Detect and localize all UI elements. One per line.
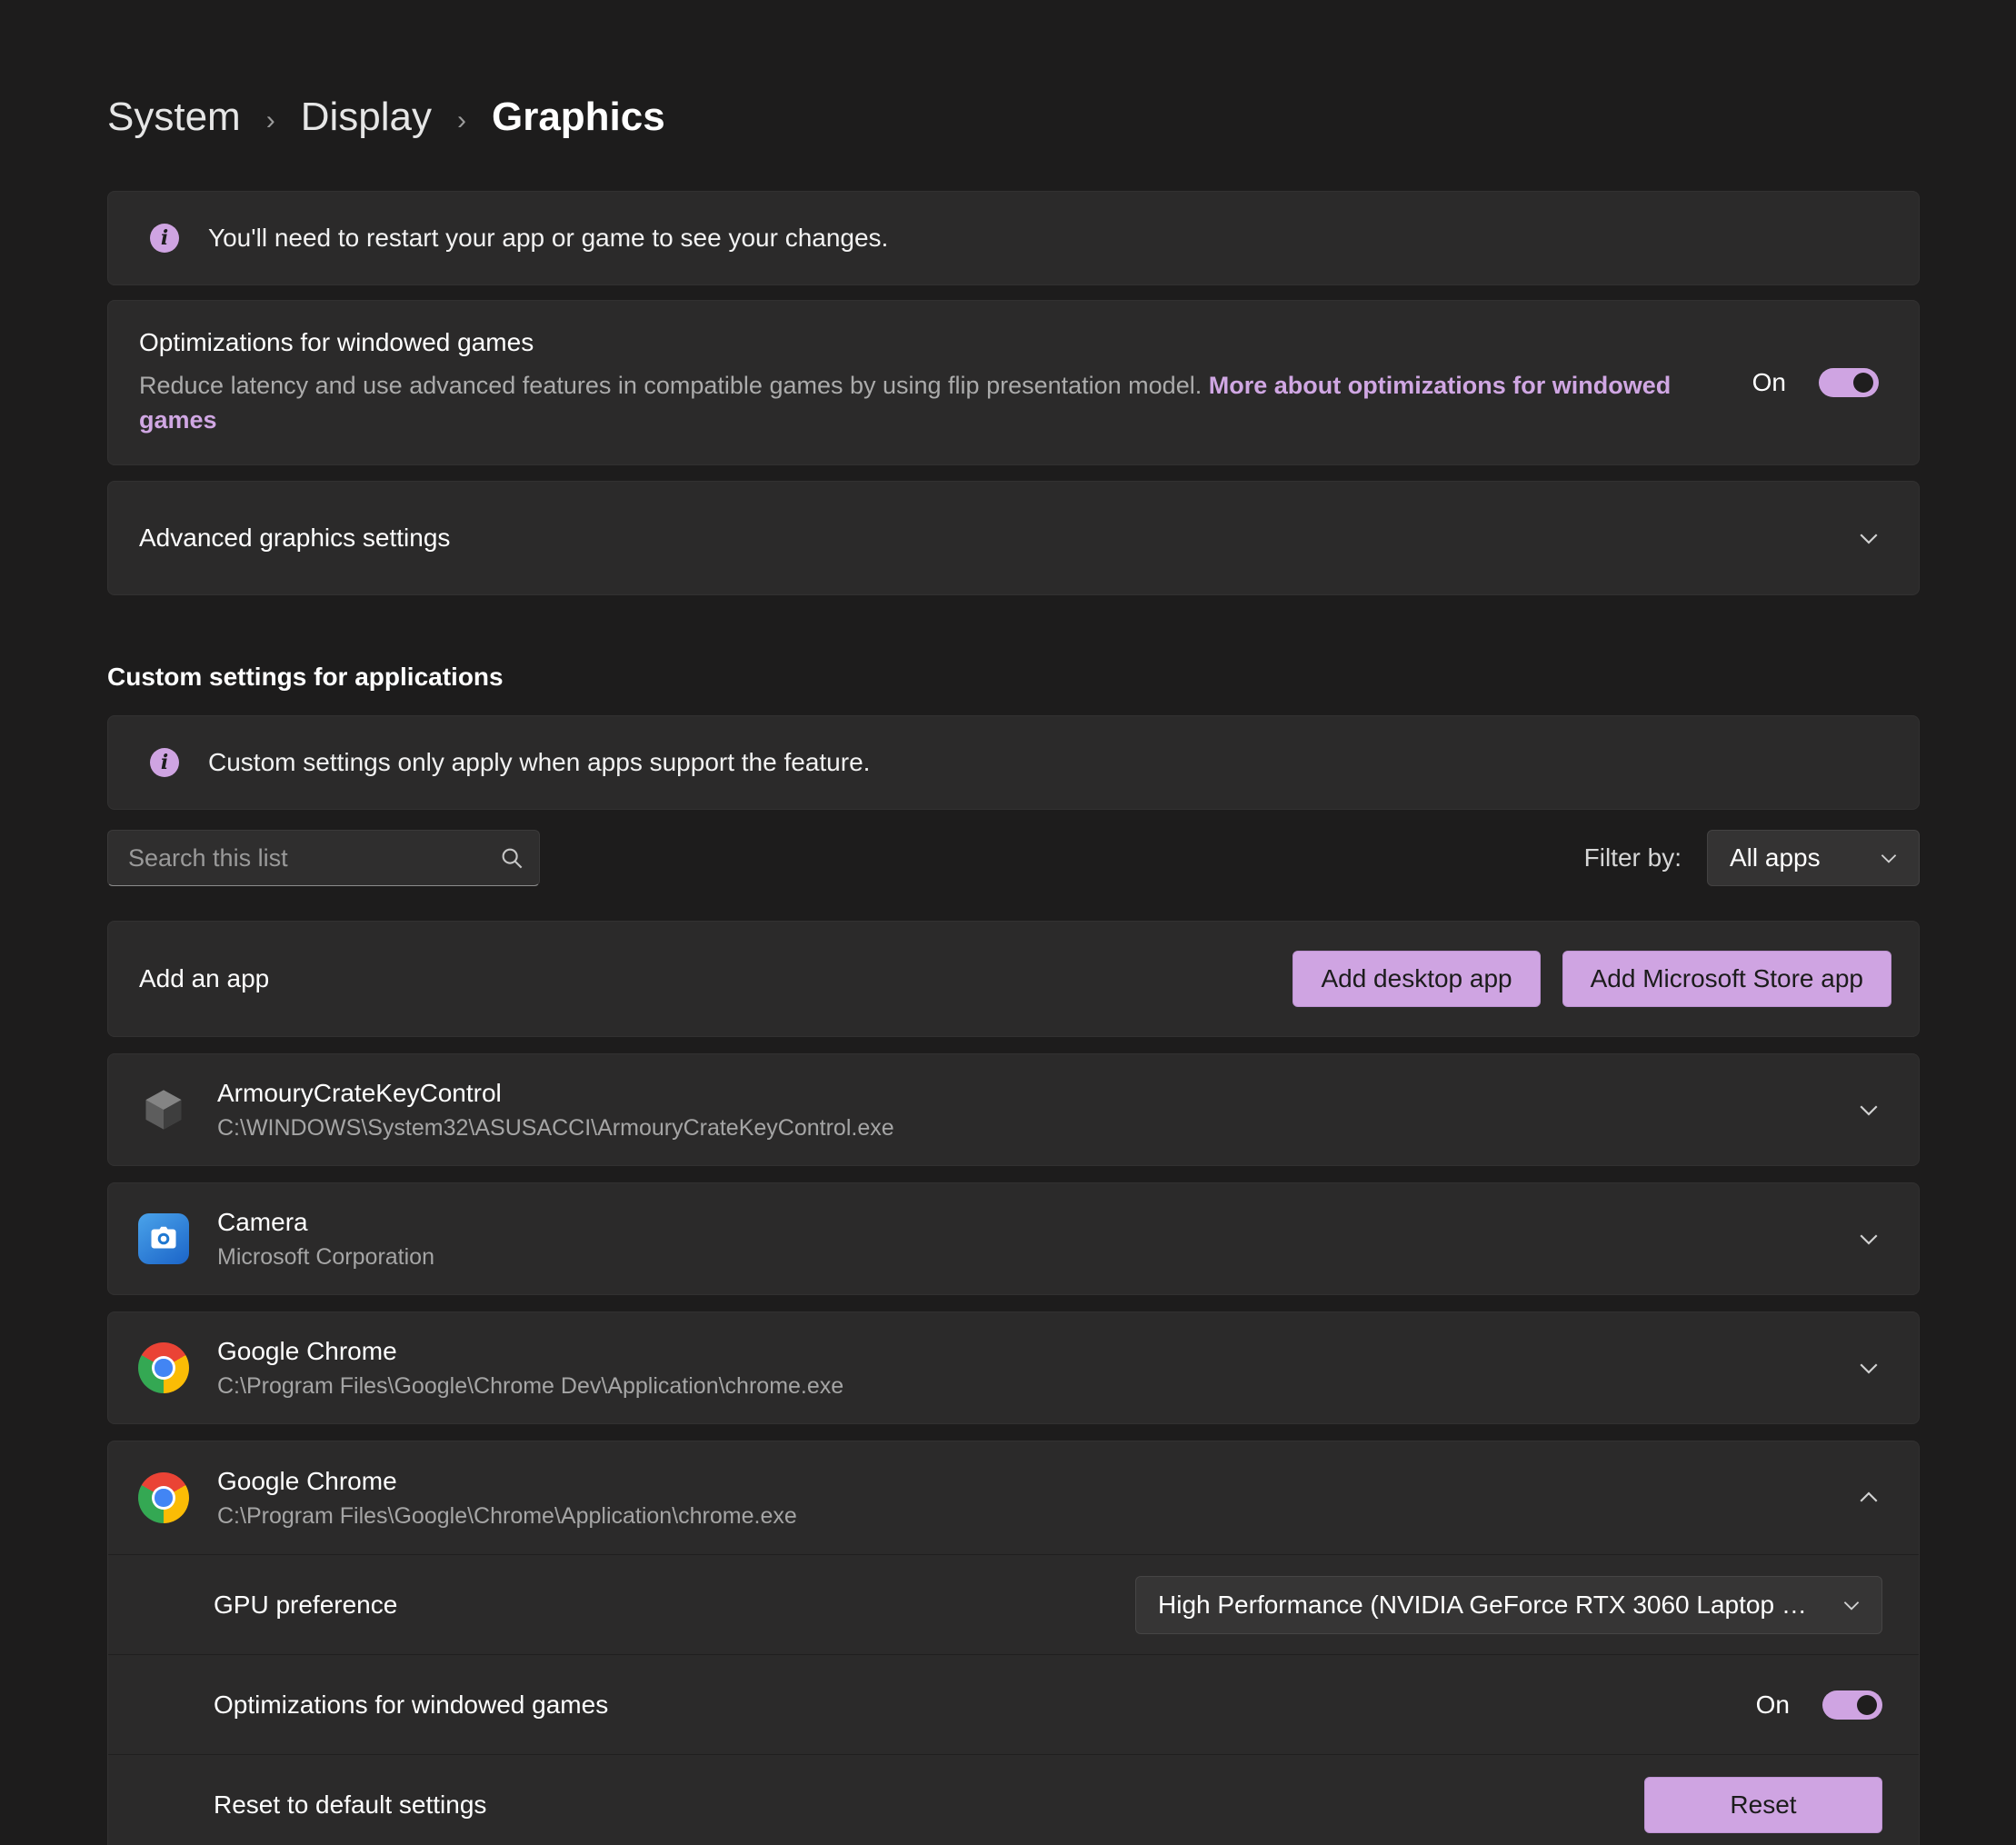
- breadcrumb-separator-icon: ›: [266, 98, 275, 136]
- app-info: Camera Microsoft Corporation: [217, 1208, 434, 1271]
- optimizations-description: Reduce latency and use advanced features…: [139, 368, 1689, 437]
- app-row-chrome-expanded: Google Chrome C:\Program Files\Google\Ch…: [107, 1441, 1920, 1845]
- gpu-preference-label: GPU preference: [214, 1591, 397, 1620]
- app-optimizations-label: Optimizations for windowed games: [214, 1690, 608, 1720]
- breadcrumb: System › Display › Graphics: [107, 95, 1920, 140]
- chevron-down-icon: [1855, 524, 1882, 552]
- add-app-label: Add an app: [139, 964, 269, 993]
- optimizations-toggle-area: On: [1752, 368, 1879, 397]
- gpu-preference-row: GPU preference High Performance (NVIDIA …: [108, 1554, 1919, 1654]
- optimizations-toggle[interactable]: [1819, 368, 1879, 397]
- restart-banner: i You'll need to restart your app or gam…: [107, 191, 1920, 285]
- breadcrumb-system[interactable]: System: [107, 95, 241, 140]
- chevron-up-icon[interactable]: [1855, 1484, 1882, 1511]
- gpu-preference-value: High Performance (NVIDIA GeForce RTX 306…: [1158, 1591, 1820, 1620]
- app-row-camera[interactable]: Camera Microsoft Corporation: [107, 1182, 1920, 1295]
- breadcrumb-separator-icon: ›: [457, 98, 466, 136]
- toggle-knob: [1857, 1695, 1877, 1715]
- chevron-down-icon[interactable]: [1855, 1354, 1882, 1381]
- search-icon[interactable]: [498, 844, 525, 872]
- app-info: Google Chrome C:\Program Files\Google\Ch…: [217, 1467, 797, 1530]
- app-path: C:\Program Files\Google\Chrome Dev\Appli…: [217, 1373, 843, 1400]
- camera-app-icon: [137, 1212, 190, 1265]
- chevron-down-icon: [1877, 846, 1901, 870]
- app-optimizations-toggle[interactable]: [1822, 1690, 1882, 1720]
- app-name: Google Chrome: [217, 1337, 843, 1366]
- search-box: [107, 830, 540, 886]
- custom-settings-header: Custom settings for applications: [107, 663, 1920, 692]
- app-info: ArmouryCrateKeyControl C:\WINDOWS\System…: [217, 1079, 894, 1142]
- app-info: Google Chrome C:\Program Files\Google\Ch…: [217, 1337, 843, 1400]
- restart-banner-text: You'll need to restart your app or game …: [208, 224, 888, 253]
- add-app-row: Add an app Add desktop app Add Microsoft…: [107, 921, 1920, 1037]
- custom-settings-banner: i Custom settings only apply when apps s…: [107, 715, 1920, 810]
- page-title: Graphics: [492, 95, 665, 140]
- add-desktop-app-button[interactable]: Add desktop app: [1292, 951, 1540, 1007]
- reset-label: Reset to default settings: [214, 1790, 486, 1820]
- filter-by-label: Filter by:: [1584, 843, 1682, 873]
- app-name: Camera: [217, 1208, 434, 1237]
- graphics-settings-page: System › Display › Graphics i You'll nee…: [107, 0, 1920, 1845]
- app-row-chrome-dev[interactable]: Google Chrome C:\Program Files\Google\Ch…: [107, 1311, 1920, 1424]
- reset-button[interactable]: Reset: [1644, 1777, 1882, 1833]
- search-input[interactable]: [107, 830, 540, 886]
- app-optimizations-toggle-label: On: [1756, 1690, 1790, 1720]
- chevron-down-icon[interactable]: [1855, 1225, 1882, 1252]
- info-icon: i: [150, 224, 179, 253]
- custom-settings-banner-text: Custom settings only apply when apps sup…: [208, 748, 870, 777]
- optimizations-title: Optimizations for windowed games: [139, 328, 1689, 357]
- advanced-graphics-settings-label: Advanced graphics settings: [139, 524, 450, 553]
- optimizations-text: Optimizations for windowed games Reduce …: [139, 328, 1752, 437]
- optimizations-card: Optimizations for windowed games Reduce …: [107, 300, 1920, 465]
- add-store-app-button[interactable]: Add Microsoft Store app: [1562, 951, 1891, 1007]
- filter-area: Filter by: All apps: [1584, 830, 1920, 886]
- app-publisher: Microsoft Corporation: [217, 1244, 434, 1271]
- filter-dropdown-value: All apps: [1730, 843, 1821, 873]
- app-name: ArmouryCrateKeyControl: [217, 1079, 894, 1108]
- app-name: Google Chrome: [217, 1467, 797, 1496]
- chrome-icon: [137, 1471, 190, 1524]
- armourycrate-icon: [137, 1083, 190, 1136]
- app-optimizations-row: Optimizations for windowed games On: [108, 1654, 1919, 1754]
- advanced-graphics-settings-row[interactable]: Advanced graphics settings: [107, 481, 1920, 595]
- search-filter-row: Filter by: All apps: [107, 830, 1920, 886]
- chevron-down-icon: [1840, 1593, 1863, 1617]
- reset-row: Reset to default settings Reset: [108, 1754, 1919, 1845]
- breadcrumb-display[interactable]: Display: [301, 95, 432, 140]
- chrome-icon: [137, 1341, 190, 1394]
- add-app-buttons: Add desktop app Add Microsoft Store app: [1292, 951, 1891, 1007]
- info-icon: i: [150, 748, 179, 777]
- toggle-knob: [1853, 373, 1873, 393]
- filter-dropdown[interactable]: All apps: [1707, 830, 1920, 886]
- app-path: C:\Program Files\Google\Chrome\Applicati…: [217, 1503, 797, 1530]
- gpu-preference-dropdown[interactable]: High Performance (NVIDIA GeForce RTX 306…: [1135, 1576, 1882, 1634]
- app-optimizations-toggle-area: On: [1756, 1690, 1882, 1720]
- app-path: C:\WINDOWS\System32\ASUSACCI\ArmouryCrat…: [217, 1115, 894, 1142]
- optimizations-toggle-label: On: [1752, 368, 1786, 397]
- app-row-armourycrate[interactable]: ArmouryCrateKeyControl C:\WINDOWS\System…: [107, 1053, 1920, 1166]
- app-row-chrome-header[interactable]: Google Chrome C:\Program Files\Google\Ch…: [108, 1441, 1919, 1554]
- optimizations-description-text: Reduce latency and use advanced features…: [139, 372, 1202, 399]
- chevron-down-icon[interactable]: [1855, 1096, 1882, 1123]
